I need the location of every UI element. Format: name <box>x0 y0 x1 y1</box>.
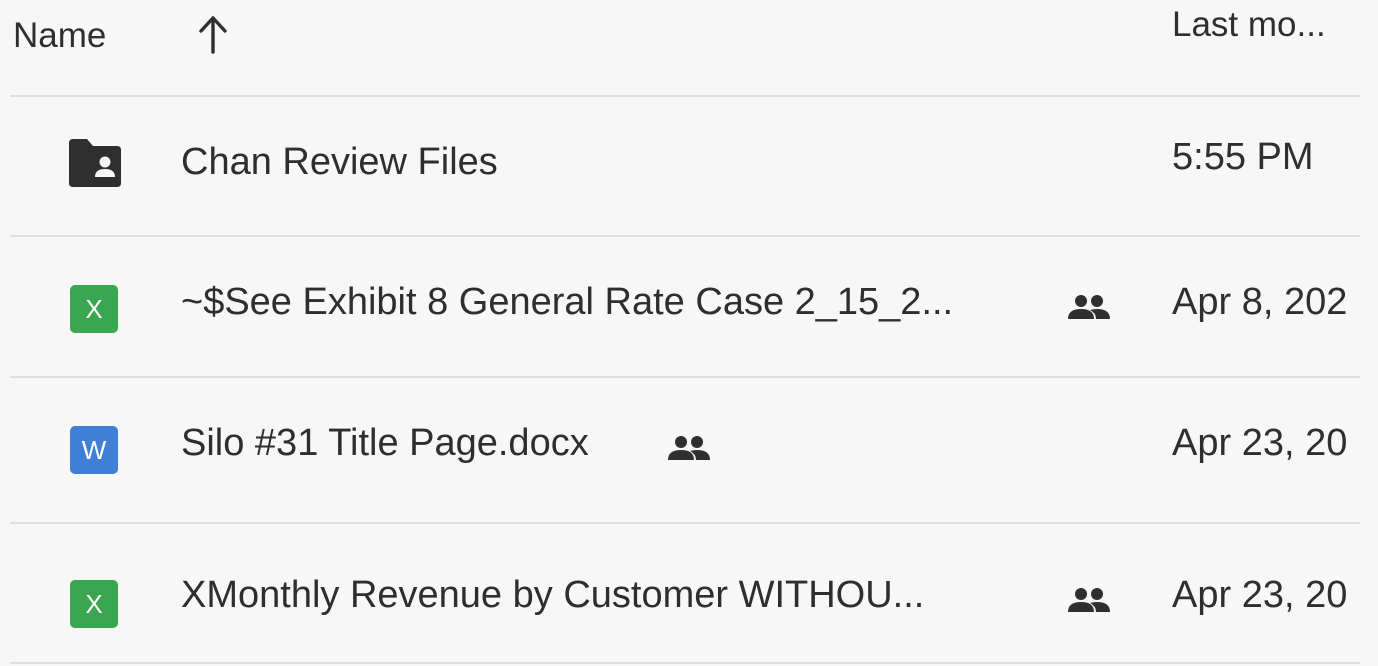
arrow-up-icon[interactable] <box>197 16 229 54</box>
file-name[interactable]: ~$See Exhibit 8 General Rate Case 2_15_2… <box>181 281 953 324</box>
file-name[interactable]: Silo #31 Title Page.docx <box>181 422 589 465</box>
name-column-header[interactable]: Name <box>13 16 106 56</box>
list-header: Name Last mo... <box>0 0 1378 96</box>
list-item[interactable]: X ~$See Exhibit 8 General Rate Case 2_15… <box>0 237 1378 377</box>
shared-folder-icon <box>69 139 121 187</box>
modified-date: 5:55 PM <box>1172 136 1314 178</box>
shared-people-icon <box>1068 588 1110 612</box>
list-item[interactable]: Chan Review Files 5:55 PM <box>0 97 1378 237</box>
list-item[interactable]: X XMonthly Revenue by Customer WITHOU...… <box>0 524 1378 664</box>
file-name[interactable]: Chan Review Files <box>181 141 498 184</box>
excel-file-icon: X <box>70 580 118 628</box>
list-item[interactable]: W Silo #31 Title Page.docx Apr 23, 20 <box>0 378 1378 518</box>
file-name[interactable]: XMonthly Revenue by Customer WITHOU... <box>181 574 924 617</box>
excel-file-icon: X <box>70 285 118 333</box>
modified-date: Apr 23, 20 <box>1172 574 1348 616</box>
shared-people-icon <box>668 436 710 460</box>
shared-people-icon <box>1068 295 1110 319</box>
file-list-view: Name Last mo... Chan Review Files 5:55 P… <box>0 0 1378 666</box>
divider <box>10 662 1360 664</box>
last-modified-column-header[interactable]: Last mo... <box>1172 5 1326 45</box>
modified-date: Apr 8, 202 <box>1172 281 1348 323</box>
modified-date: Apr 23, 20 <box>1172 422 1348 464</box>
word-file-icon: W <box>70 426 118 474</box>
